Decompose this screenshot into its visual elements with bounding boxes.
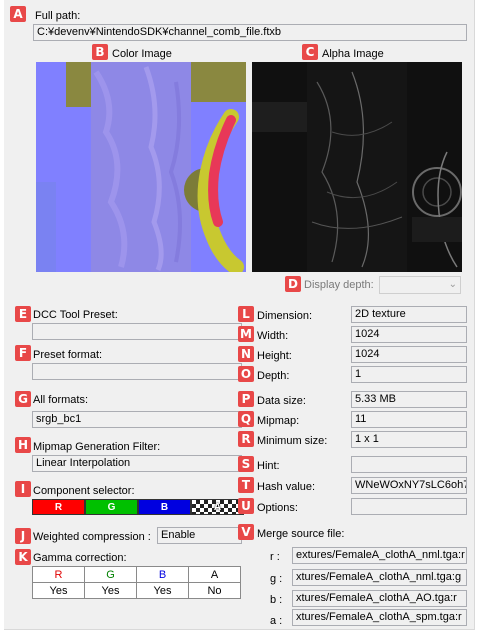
gamma-value-b: Yes xyxy=(136,582,189,599)
component-a-label: A xyxy=(213,501,222,513)
minimum-size-field: 1 x 1 xyxy=(351,431,467,448)
badge-e: E xyxy=(15,306,31,322)
badge-c: C xyxy=(302,44,318,60)
all-formats-field[interactable]: srgb_bc1 xyxy=(32,411,242,428)
display-depth-label: Display depth: xyxy=(304,279,374,291)
data-size-label: Data size: xyxy=(257,395,306,407)
alpha-image-preview xyxy=(252,62,462,272)
gamma-header-g: G xyxy=(84,566,137,583)
gamma-header-r: R xyxy=(32,566,85,583)
chevron-down-icon: ⌄ xyxy=(448,279,457,290)
badge-a: A xyxy=(10,6,26,22)
data-size-field: 5.33 MB xyxy=(351,391,467,408)
alpha-image-render xyxy=(252,62,462,272)
full-path-field[interactable]: C:¥devenv¥NintendoSDK¥channel_comb_file.… xyxy=(33,24,467,41)
mipmap-field: 11 xyxy=(351,411,467,428)
dimension-field: 2D texture xyxy=(351,306,467,323)
badge-i: I xyxy=(15,481,31,497)
gamma-correction-label: Gamma correction: xyxy=(33,552,127,564)
component-a-button[interactable]: A xyxy=(191,499,244,515)
height-label: Height: xyxy=(257,350,292,362)
weighted-compression-field[interactable]: Enable xyxy=(157,527,242,544)
merge-a-field: xtures/FemaleA_clothA_spm.tga:r xyxy=(292,609,467,626)
height-field: 1024 xyxy=(351,346,467,363)
merge-g-label: g : xyxy=(270,573,283,585)
dcc-tool-preset-field[interactable] xyxy=(32,323,242,340)
merge-g-field: xtures/FemaleA_clothA_nml.tga:g xyxy=(292,569,467,586)
minimum-size-label: Minimum size: xyxy=(257,435,328,447)
depth-field: 1 xyxy=(351,366,467,383)
badge-u: U xyxy=(238,498,254,514)
depth-label: Depth: xyxy=(257,370,290,382)
dimension-label: Dimension: xyxy=(257,310,313,322)
component-b-button[interactable]: B xyxy=(138,499,191,515)
gamma-value-r: Yes xyxy=(32,582,85,599)
merge-r-field: extures/FemaleA_clothA_nml.tga:r xyxy=(292,547,467,564)
badge-p: P xyxy=(238,391,254,407)
badge-f: F xyxy=(15,345,31,361)
badge-n: N xyxy=(238,346,254,362)
hint-field xyxy=(351,456,467,473)
component-r-button[interactable]: R xyxy=(32,499,85,515)
gamma-header-a: A xyxy=(188,566,241,583)
badge-q: Q xyxy=(238,411,254,427)
color-image-render xyxy=(36,62,246,272)
badge-r: R xyxy=(238,431,254,447)
preset-format-field[interactable] xyxy=(32,363,242,380)
gamma-header-b: B xyxy=(136,566,189,583)
mipmap-filter-label: Mipmap Generation Filter: xyxy=(33,441,161,453)
gamma-value-row: Yes Yes Yes No xyxy=(32,582,241,599)
merge-a-label: a : xyxy=(270,615,283,627)
badge-b: B xyxy=(92,44,108,60)
all-formats-label: All formats: xyxy=(33,394,89,406)
badge-d: D xyxy=(285,276,301,292)
badge-o: O xyxy=(238,366,254,382)
options-field xyxy=(351,498,467,515)
gamma-header-row: R G B A xyxy=(32,566,241,583)
hash-value-label: Hash value: xyxy=(257,481,316,493)
badge-s: S xyxy=(238,456,254,472)
weighted-compression-label: Weighted compression : xyxy=(33,531,151,543)
color-image-label: Color Image xyxy=(112,48,172,60)
width-field: 1024 xyxy=(351,326,467,343)
badge-k: K xyxy=(15,549,31,565)
component-selector-label: Component selector: xyxy=(33,485,135,497)
alpha-image-label: Alpha Image xyxy=(322,48,384,60)
badge-m: M xyxy=(238,326,254,342)
color-image-preview xyxy=(36,62,246,272)
dcc-tool-preset-label: DCC Tool Preset: xyxy=(33,309,118,321)
preset-format-label: Preset format: xyxy=(33,349,103,361)
gamma-value-g: Yes xyxy=(84,582,137,599)
gamma-value-a: No xyxy=(188,582,241,599)
gamma-table: R G B A Yes Yes Yes No xyxy=(32,566,241,599)
badge-v: V xyxy=(238,524,254,540)
merge-b-field: xtures/FemaleA_clothA_AO.tga:r xyxy=(292,590,467,607)
component-g-button[interactable]: G xyxy=(85,499,138,515)
full-path-label: Full path: xyxy=(35,10,81,22)
hash-value-field: WNeWOxNY7sLC6oh7 xyxy=(351,477,467,494)
merge-source-label: Merge source file: xyxy=(257,528,345,540)
merge-r-label: r : xyxy=(270,551,280,563)
mipmap-label: Mipmap: xyxy=(257,415,300,427)
badge-j: J xyxy=(15,528,31,544)
badge-l: L xyxy=(238,306,254,322)
badge-g: G xyxy=(15,391,31,407)
badge-h: H xyxy=(15,437,31,453)
options-label: Options: xyxy=(257,502,298,514)
merge-b-label: b : xyxy=(270,594,283,606)
display-depth-select[interactable]: ⌄ xyxy=(379,276,461,294)
badge-t: T xyxy=(238,477,254,493)
width-label: Width: xyxy=(257,330,289,342)
mipmap-filter-field[interactable]: Linear Interpolation xyxy=(32,455,242,472)
hint-label: Hint: xyxy=(257,460,280,472)
